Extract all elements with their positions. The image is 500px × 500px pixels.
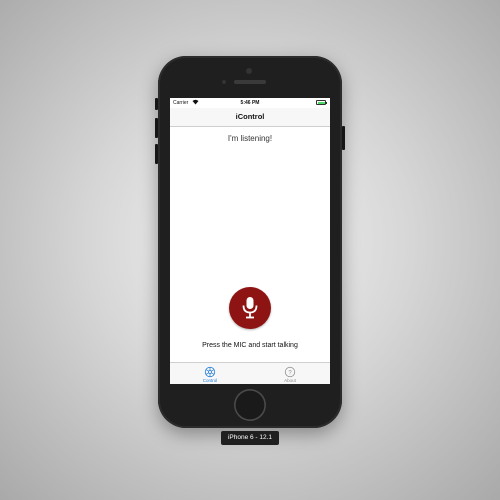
home-button[interactable] bbox=[234, 389, 266, 421]
power-button bbox=[342, 126, 345, 150]
simulator-device-label: iPhone 6 - 12.1 bbox=[221, 431, 279, 445]
mute-switch bbox=[155, 98, 158, 110]
tab-bar: Control ? About bbox=[170, 362, 330, 384]
listening-status-text: I'm listening! bbox=[227, 134, 273, 143]
instruction-text: Press the MIC and start talking bbox=[202, 342, 298, 349]
app-screen: Carrier 5:46 PM iControl I'm listening! bbox=[170, 98, 330, 384]
control-wheel-icon bbox=[204, 366, 216, 378]
navigation-bar: iControl bbox=[170, 108, 330, 127]
status-time: 5:46 PM bbox=[240, 100, 260, 106]
tab-about-label: About bbox=[284, 378, 296, 383]
status-bar: Carrier 5:46 PM bbox=[170, 98, 330, 108]
proximity-sensor bbox=[222, 80, 226, 84]
tab-about[interactable]: ? About bbox=[250, 363, 330, 384]
microphone-icon bbox=[242, 297, 258, 319]
battery-icon bbox=[316, 100, 327, 105]
mic-button[interactable] bbox=[229, 287, 271, 329]
svg-text:?: ? bbox=[288, 370, 292, 376]
volume-up-button bbox=[155, 118, 158, 138]
tab-control[interactable]: Control bbox=[170, 363, 250, 384]
question-circle-icon: ? bbox=[284, 366, 296, 378]
front-camera bbox=[246, 68, 252, 74]
tab-control-label: Control bbox=[202, 378, 218, 383]
iphone-device-frame: Carrier 5:46 PM iControl I'm listening! bbox=[155, 56, 345, 428]
volume-down-button bbox=[155, 144, 158, 164]
nav-title: iControl bbox=[235, 112, 265, 121]
earpiece-speaker bbox=[234, 80, 266, 84]
